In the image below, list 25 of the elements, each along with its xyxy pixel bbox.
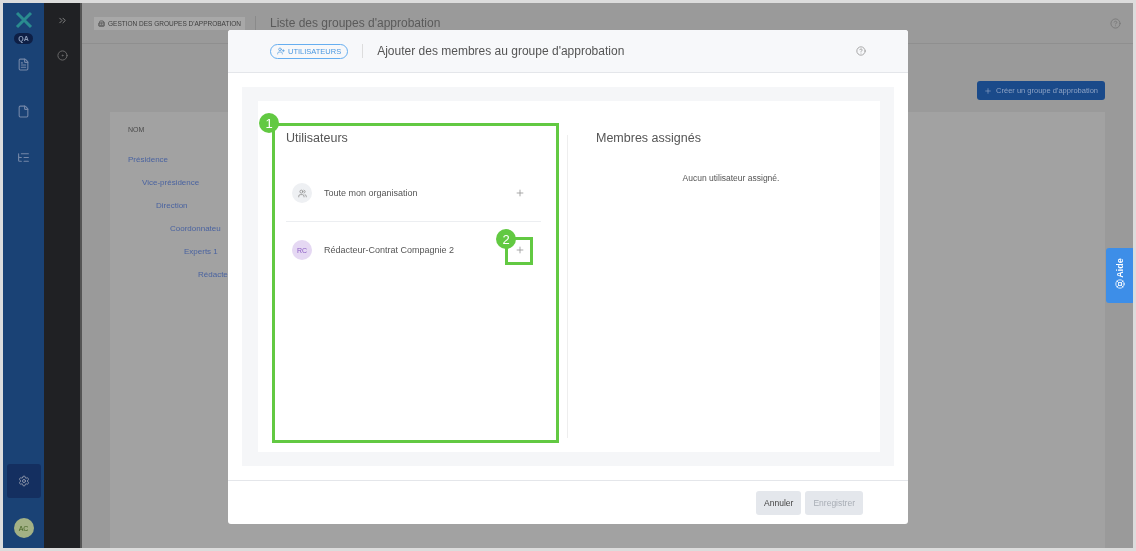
user-name: Toute mon organisation <box>324 188 418 198</box>
file-icon[interactable] <box>17 105 30 118</box>
help-icon[interactable] <box>1110 17 1121 29</box>
empty-message: Aucun utilisateur assigné. <box>681 173 781 183</box>
panel-title: Membres assignés <box>596 131 702 145</box>
help-tab[interactable]: Aide <box>1106 248 1133 303</box>
lifebuoy-icon <box>1114 278 1125 289</box>
plus-icon <box>984 86 993 95</box>
tree-icon[interactable] <box>17 151 30 164</box>
building-icon <box>98 19 105 27</box>
document-icon[interactable] <box>17 58 30 71</box>
circle-icon[interactable] <box>56 50 68 61</box>
cancel-button[interactable]: Annuler <box>756 490 802 515</box>
add-icon[interactable] <box>515 188 525 198</box>
modal-title: Ajouter des membres au groupe d'approbation <box>362 44 842 58</box>
add-icon[interactable] <box>515 245 525 255</box>
users-icon <box>297 188 307 198</box>
panel-title: Utilisateurs <box>286 131 349 145</box>
settings-button[interactable] <box>6 464 41 498</box>
user-plus-icon <box>277 47 285 55</box>
logo-icon <box>14 11 33 29</box>
help-icon[interactable] <box>856 46 866 56</box>
user-name: Rédacteur-Contrat Compagnie 2 <box>324 245 455 255</box>
collapse-icon[interactable] <box>56 15 68 26</box>
settings-icon <box>17 475 30 487</box>
